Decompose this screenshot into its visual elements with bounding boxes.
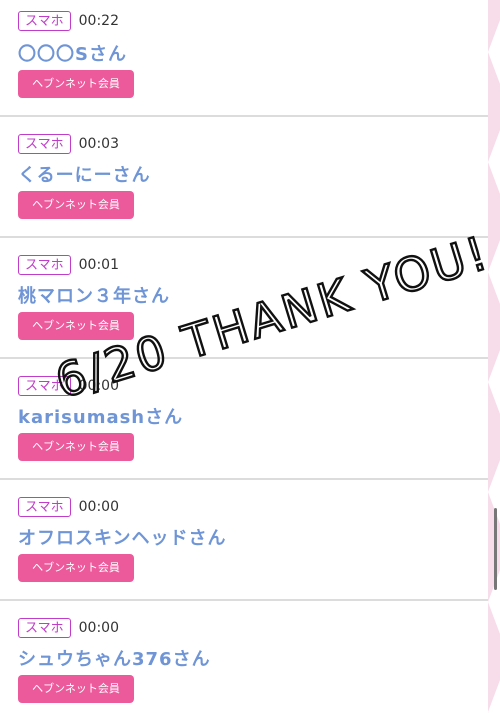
member-badge[interactable]: ヘブンネット会員 [18, 554, 134, 582]
visit-time: 00:00 [78, 378, 119, 394]
member-badge[interactable]: ヘブンネット会員 [18, 312, 134, 340]
member-badge[interactable]: ヘブンネット会員 [18, 675, 134, 703]
member-badge[interactable]: ヘブンネット会員 [18, 433, 134, 461]
list-item-meta: スマホ 00:01 [18, 254, 119, 276]
list-divider [0, 236, 488, 238]
device-badge: スマホ [18, 497, 71, 517]
visit-time: 00:00 [78, 499, 119, 515]
list-divider [0, 357, 488, 359]
list-divider [0, 115, 488, 117]
visitor-name[interactable]: オフロスキンヘッドさん [18, 524, 226, 550]
visitor-name[interactable]: 〇〇〇Sさん [18, 40, 127, 66]
list-item-meta: スマホ 00:00 [18, 375, 119, 397]
list-divider [0, 599, 488, 601]
visitor-name[interactable]: karisumashさん [18, 403, 183, 429]
member-badge[interactable]: ヘブンネット会員 [18, 191, 134, 219]
list-item-meta: スマホ 00:22 [18, 10, 119, 32]
visit-time: 00:03 [78, 136, 119, 152]
device-badge: スマホ [18, 618, 71, 638]
device-badge: スマホ [18, 255, 71, 275]
device-badge: スマホ [18, 376, 71, 396]
device-badge: スマホ [18, 11, 71, 31]
list-item-meta: スマホ 00:03 [18, 133, 119, 155]
visit-time: 00:00 [78, 620, 119, 636]
decorative-edge-pattern [488, 0, 500, 713]
list-divider [0, 478, 488, 480]
visitor-name[interactable]: 桃マロン３年さん [18, 282, 170, 308]
visit-time: 00:22 [78, 13, 119, 29]
visitor-name[interactable]: くるーにーさん [18, 161, 151, 187]
member-badge[interactable]: ヘブンネット会員 [18, 70, 134, 98]
visitor-name[interactable]: シュウちゃん376さん [18, 645, 211, 671]
list-item-meta: スマホ 00:00 [18, 496, 119, 518]
visit-time: 00:01 [78, 257, 119, 273]
scrollbar-thumb[interactable] [494, 508, 497, 590]
device-badge: スマホ [18, 134, 71, 154]
list-item-meta: スマホ 00:00 [18, 617, 119, 639]
